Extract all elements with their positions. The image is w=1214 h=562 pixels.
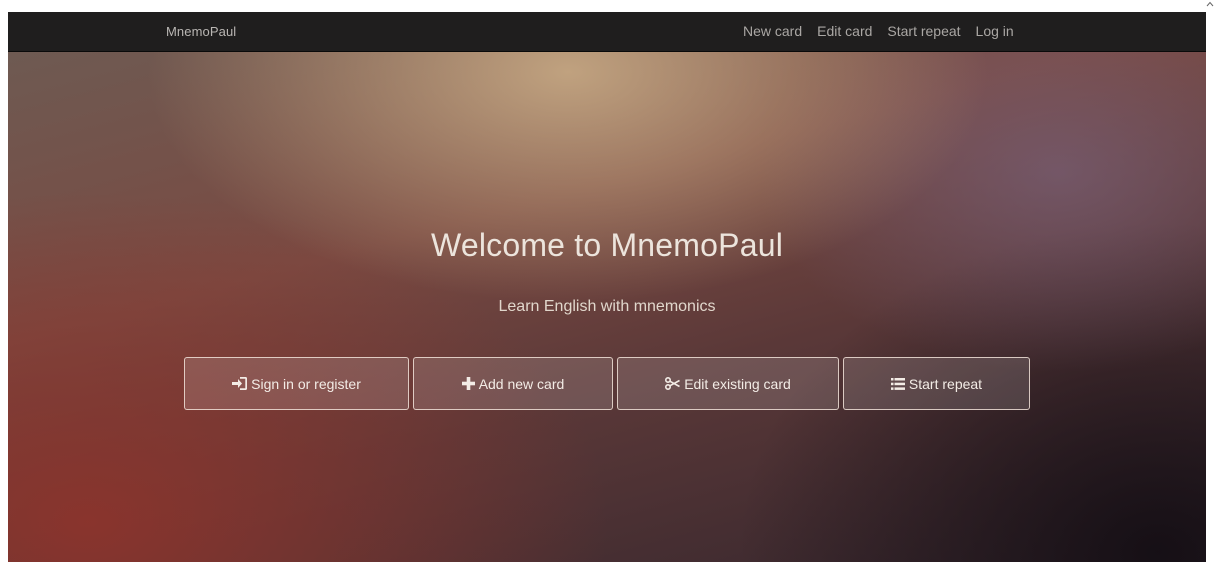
sign-in-button[interactable]: Sign in or register — [184, 357, 409, 410]
start-repeat-button[interactable]: Start repeat — [843, 357, 1030, 410]
scrollbar-up-arrow-icon[interactable] — [1206, 0, 1214, 10]
add-new-card-button-label: Add new card — [478, 375, 565, 392]
hero-section: Welcome to MnemoPaul Learn English with … — [8, 52, 1206, 562]
list-icon — [890, 377, 905, 390]
sign-in-button-label: Sign in or register — [251, 375, 361, 392]
nav-edit-card-link[interactable]: Edit card — [817, 23, 872, 39]
nav-start-repeat-link[interactable]: Start repeat — [887, 23, 960, 39]
brand-link[interactable]: MnemoPaul — [166, 24, 236, 39]
nav-links: New card Edit card Start repeat Log in — [743, 23, 1029, 39]
sign-in-icon — [232, 377, 248, 390]
edit-existing-card-button-label: Edit existing card — [684, 375, 791, 392]
top-navbar: MnemoPaul New card Edit card Start repea… — [8, 12, 1206, 52]
edit-existing-card-button[interactable]: Edit existing card — [617, 357, 839, 410]
add-new-card-button[interactable]: Add new card — [413, 357, 613, 410]
hero-subtitle: Learn English with mnemonics — [498, 298, 716, 315]
browser-viewport: MnemoPaul New card Edit card Start repea… — [8, 12, 1206, 562]
nav-log-in-link[interactable]: Log in — [976, 23, 1014, 39]
start-repeat-button-label: Start repeat — [908, 375, 983, 392]
scissors-icon — [665, 377, 681, 390]
nav-new-card-link[interactable]: New card — [743, 23, 802, 39]
plus-icon — [461, 377, 475, 390]
hero-title: Welcome to MnemoPaul — [431, 227, 783, 263]
